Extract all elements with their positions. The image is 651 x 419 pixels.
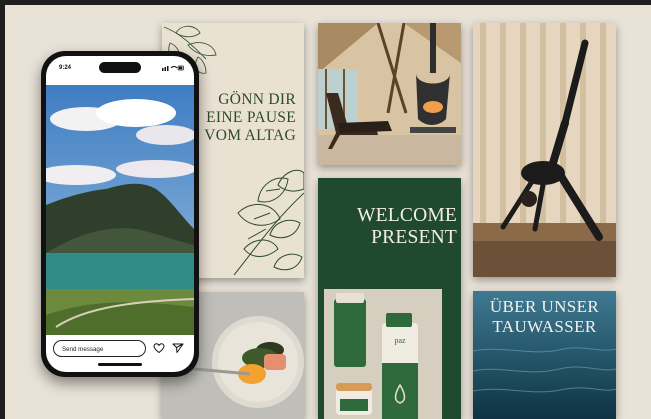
water-photo-card[interactable]: ÜBER UNSER TAUWASSER (473, 291, 616, 419)
product-brand-label: paz (394, 336, 406, 345)
welcome-headline: WELCOME PRESENT (357, 205, 457, 249)
welcome-line-2: PRESENT (371, 227, 457, 248)
products-photo: paz (324, 289, 442, 419)
water-headline: ÜBER UNSER TAUWASSER (473, 297, 616, 337)
post-landscape-photo[interactable] (46, 85, 194, 335)
home-indicator (98, 363, 142, 366)
phone-screen: 9:24 Send message (46, 56, 194, 372)
yoga-photo[interactable] (473, 23, 616, 277)
moodboard-canvas: GÖNN DIR EINE PAUSE VOM ALTAG WELCOME PR… (5, 5, 651, 419)
cabin-interior-photo[interactable] (318, 23, 461, 165)
phone-mockup: 9:24 Send message (41, 51, 199, 377)
water-line-1: ÜBER UNSER (489, 297, 600, 316)
water-line-2: TAUWASSER (492, 317, 597, 336)
status-signal-battery-icon (162, 65, 184, 71)
yoga-scene (473, 23, 616, 277)
status-time: 9:24 (59, 65, 72, 71)
cabin-scene (318, 23, 461, 165)
dynamic-island (99, 62, 141, 73)
send-message-input[interactable]: Send message (53, 340, 146, 357)
send-icon[interactable] (172, 342, 184, 354)
products-scene: paz (324, 289, 442, 419)
heart-icon[interactable] (153, 342, 165, 354)
welcome-present-card[interactable]: WELCOME PRESENT paz (318, 178, 461, 419)
welcome-line-1: WELCOME (357, 205, 457, 226)
